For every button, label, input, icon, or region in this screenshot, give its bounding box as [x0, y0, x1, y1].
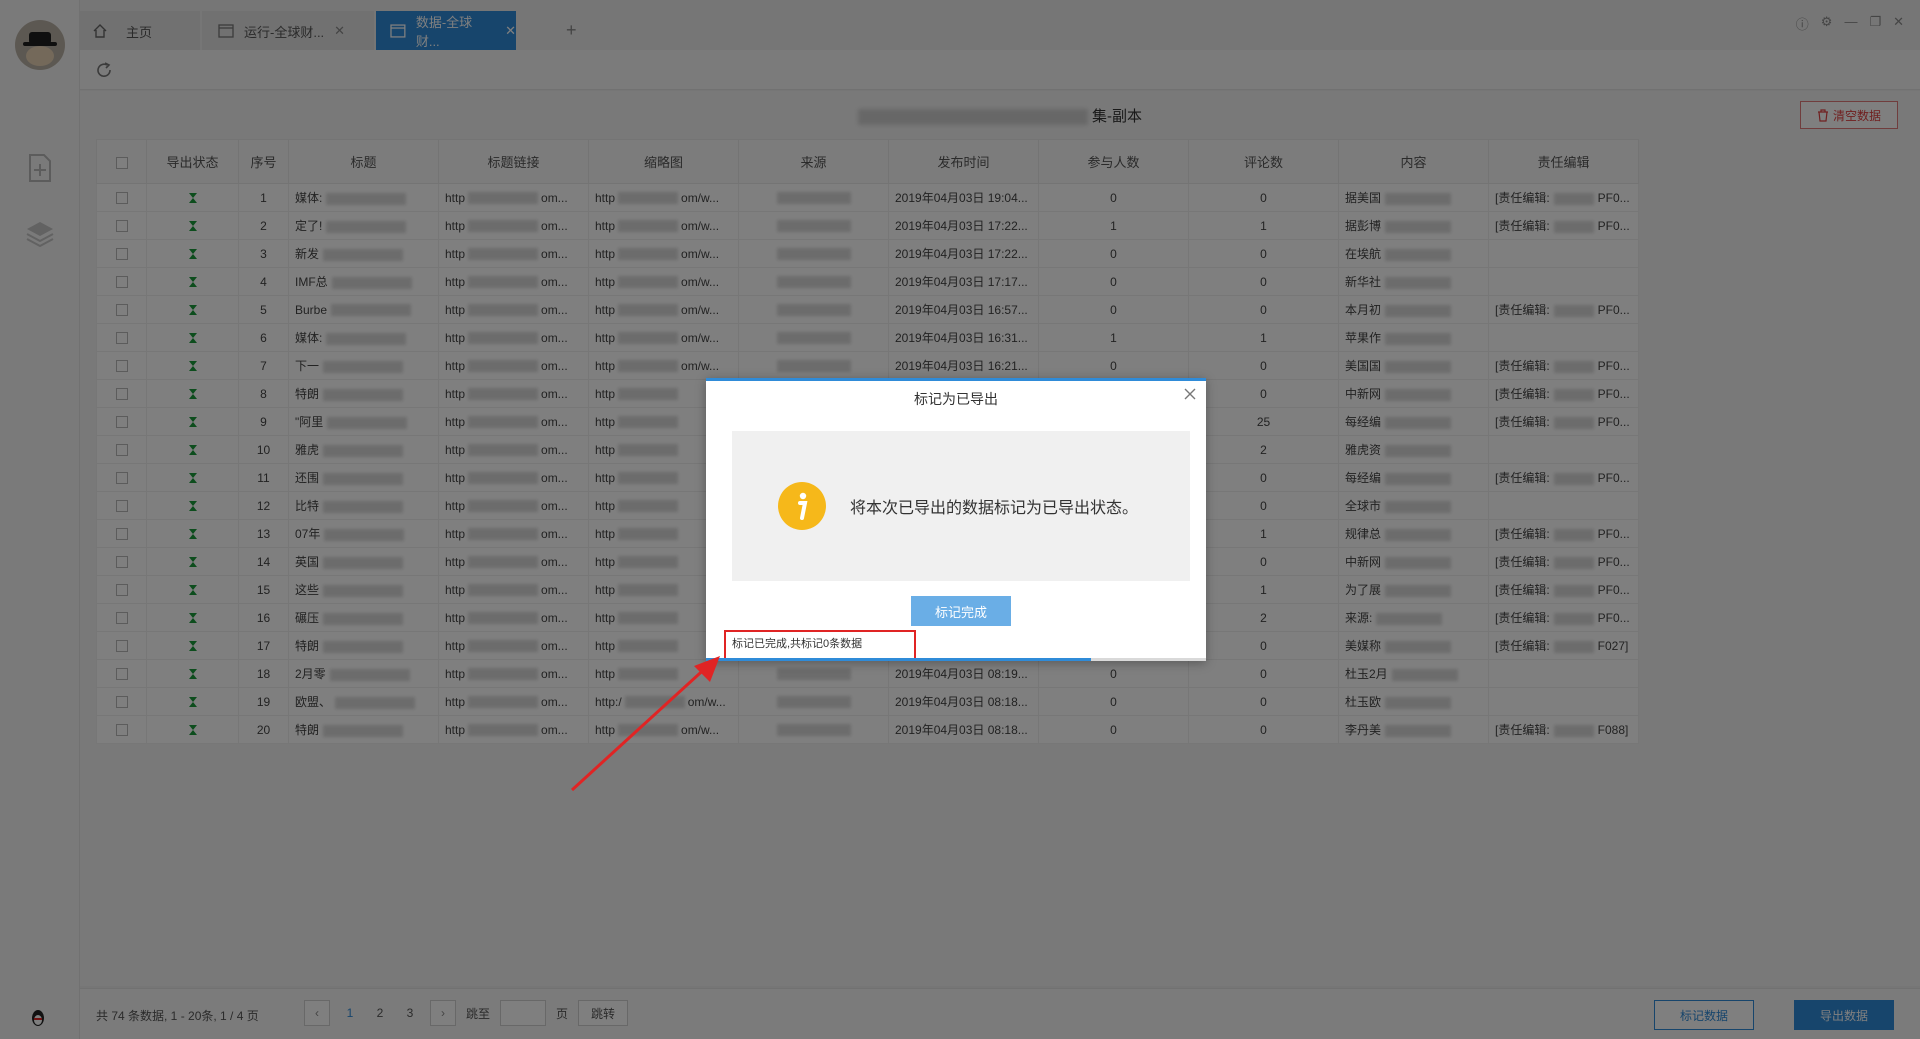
mark-exported-dialog: 标记为已导出 将本次已导出的数据标记为已导出状态。 标记完成 标记已完成,共标记… [706, 378, 1206, 661]
dialog-body: 将本次已导出的数据标记为已导出状态。 [732, 431, 1190, 581]
annotation-arrow [570, 656, 720, 792]
close-icon[interactable] [1180, 384, 1200, 404]
dialog-message: 将本次已导出的数据标记为已导出状态。 [850, 500, 1139, 517]
mark-complete-button[interactable]: 标记完成 [911, 596, 1011, 626]
dialog-title: 标记为已导出 [914, 391, 998, 407]
info-icon [778, 482, 826, 530]
progress-bar [706, 658, 1091, 661]
mark-status-text: 标记已完成,共标记0条数据 [724, 630, 916, 660]
